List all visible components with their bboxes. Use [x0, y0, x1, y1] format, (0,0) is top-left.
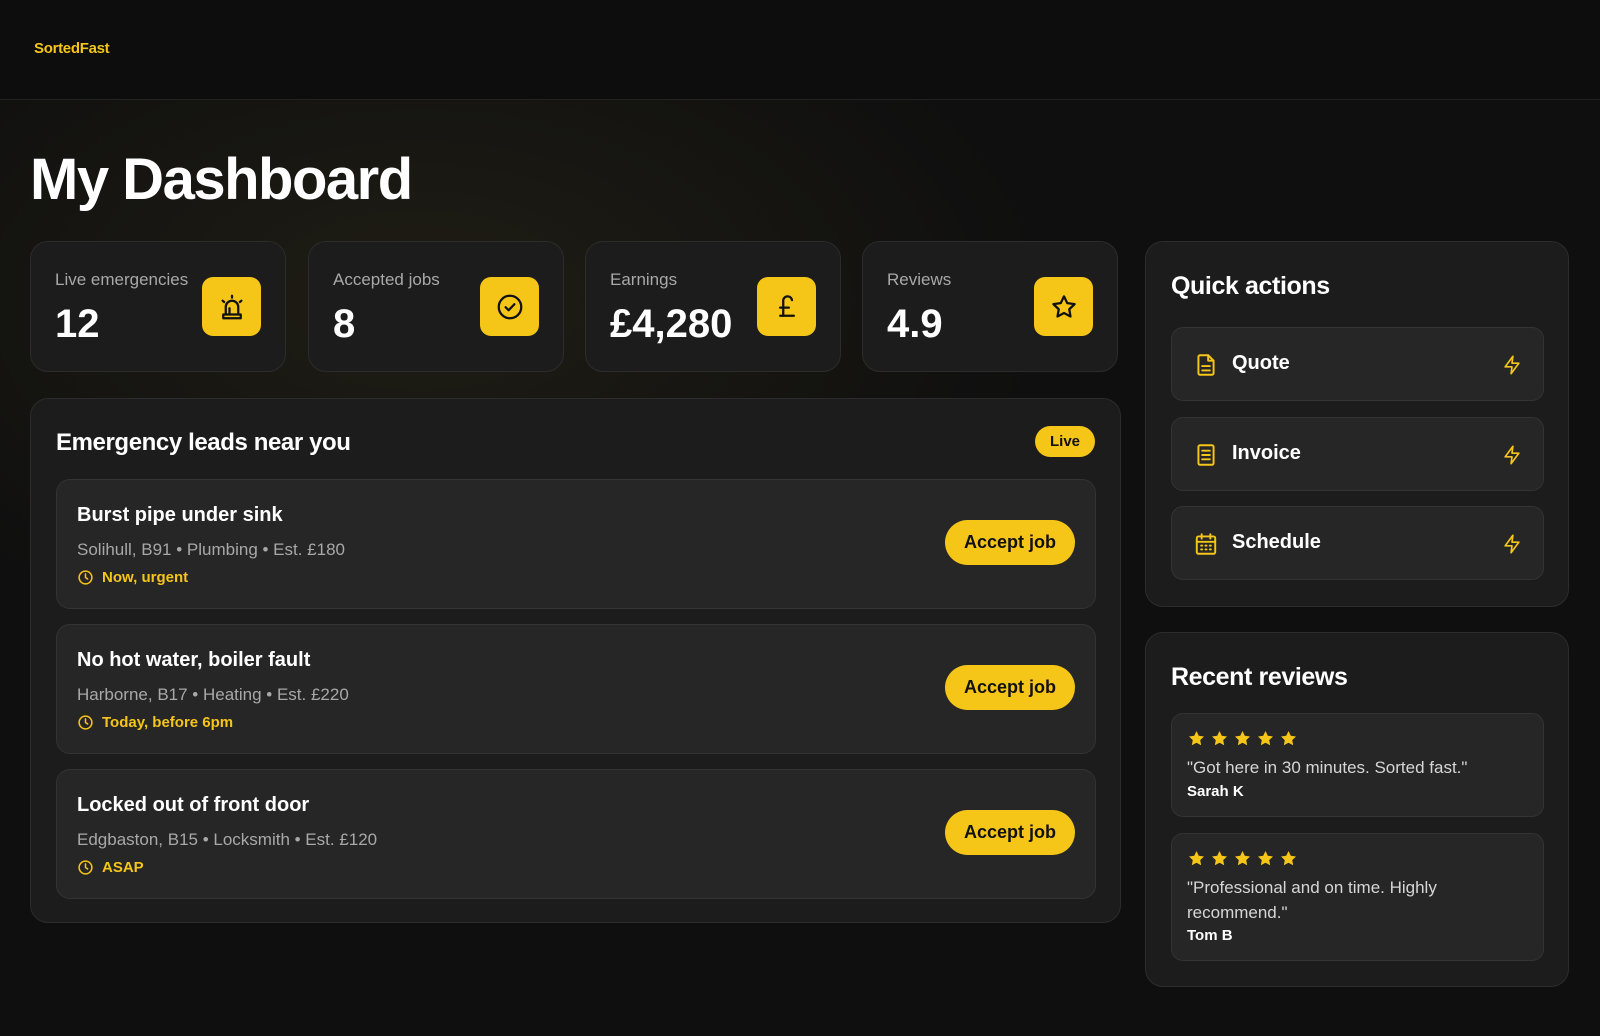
clock-icon — [78, 860, 93, 875]
bolt-icon — [1504, 445, 1520, 465]
urgency-text: Today, before 6pm — [102, 714, 234, 731]
stat-label: Earnings — [610, 270, 678, 289]
quick-action-label: Schedule — [1232, 531, 1321, 553]
stat-card-live-emergencies: Live emergencies 12 — [30, 241, 286, 372]
review-text: "Professional and on time. Highly recomm… — [1187, 878, 1437, 922]
star-rating — [1187, 849, 1298, 868]
stat-value: 8 — [333, 302, 356, 346]
star-filled-icon — [1234, 850, 1251, 866]
star-filled-icon — [1188, 850, 1205, 866]
live-badge: Live — [1034, 426, 1095, 457]
review-author: Tom B — [1187, 927, 1233, 944]
accept-job-button[interactable]: Accept job — [945, 520, 1075, 565]
bolt-icon — [1504, 534, 1520, 554]
lead-urgency: Today, before 6pm — [77, 714, 233, 731]
star-filled-icon — [1280, 730, 1297, 746]
recent-reviews-panel: Recent reviews "Got here in 30 minutes. … — [1145, 632, 1569, 987]
quick-action-label: Invoice — [1232, 442, 1301, 464]
page-title: My Dashboard — [30, 147, 413, 212]
stat-label: Live emergencies — [55, 270, 189, 289]
quick-actions-panel: Quick actions Quote Invoice Schedule — [1145, 241, 1569, 607]
lead-urgency: Now, urgent — [77, 569, 188, 586]
star-filled-icon — [1234, 730, 1251, 746]
stat-card-accepted-jobs: Accepted jobs 8 — [308, 241, 564, 372]
star-filled-icon — [1257, 730, 1274, 746]
section-title: Quick actions — [1171, 272, 1330, 300]
lead-card: Locked out of front door Edgbaston, B15 … — [56, 769, 1096, 899]
section-title: Recent reviews — [1171, 663, 1348, 691]
lead-title: Locked out of front door — [77, 794, 310, 816]
star-icon — [1034, 277, 1093, 336]
urgency-text: ASAP — [102, 859, 144, 876]
star-filled-icon — [1280, 850, 1297, 866]
brand-logo[interactable]: SortedFast — [34, 40, 110, 57]
review-author: Sarah K — [1187, 783, 1244, 800]
lead-urgency: ASAP — [77, 859, 144, 876]
lead-title: Burst pipe under sink — [77, 504, 283, 526]
quick-action-quote[interactable]: Quote — [1171, 327, 1544, 401]
accept-job-button[interactable]: Accept job — [945, 810, 1075, 855]
urgency-text: Now, urgent — [102, 569, 189, 586]
document-icon — [1197, 354, 1215, 376]
star-filled-icon — [1211, 730, 1228, 746]
check-circle-icon — [480, 277, 539, 336]
stat-value: 12 — [55, 302, 100, 346]
bolt-icon — [1504, 355, 1520, 375]
star-filled-icon — [1188, 730, 1205, 746]
emergency-leads-panel: Emergency leads near you Live Burst pipe… — [30, 398, 1121, 923]
siren-icon — [202, 277, 261, 336]
quick-action-schedule[interactable]: Schedule — [1171, 506, 1544, 580]
section-title: Emergency leads near you — [56, 429, 351, 456]
lead-details: Solihull, B91 • Plumbing • Est. £180 — [77, 540, 345, 559]
stat-card-earnings: Earnings £4,280 — [585, 241, 841, 372]
calendar-icon — [1195, 533, 1217, 555]
accept-job-button[interactable]: Accept job — [945, 665, 1075, 710]
lead-card: No hot water, boiler fault Harborne, B17… — [56, 624, 1096, 754]
star-filled-icon — [1257, 850, 1274, 866]
stat-value: £4,280 — [610, 302, 733, 346]
star-rating — [1187, 729, 1298, 748]
lead-details: Harborne, B17 • Heating • Est. £220 — [77, 685, 349, 704]
review-text: "Got here in 30 minutes. Sorted fast." — [1187, 758, 1468, 777]
star-filled-icon — [1211, 850, 1228, 866]
clock-icon — [78, 715, 93, 730]
review-card: "Professional and on time. Highly recomm… — [1171, 833, 1544, 961]
review-card: "Got here in 30 minutes. Sorted fast." S… — [1171, 713, 1544, 817]
lead-card: Burst pipe under sink Solihull, B91 • Pl… — [56, 479, 1096, 609]
stat-card-reviews: Reviews 4.9 — [862, 241, 1118, 372]
stat-value: 4.9 — [887, 302, 943, 346]
pound-icon — [757, 277, 816, 336]
stat-label: Accepted jobs — [333, 270, 440, 289]
lead-title: No hot water, boiler fault — [77, 649, 311, 671]
stat-label: Reviews — [887, 270, 952, 289]
quick-action-invoice[interactable]: Invoice — [1171, 417, 1544, 491]
quick-action-label: Quote — [1232, 352, 1290, 374]
top-bar: SortedFast — [0, 0, 1600, 100]
clock-icon — [78, 570, 93, 585]
lead-details: Edgbaston, B15 • Locksmith • Est. £120 — [77, 830, 378, 849]
receipt-icon — [1197, 444, 1215, 466]
